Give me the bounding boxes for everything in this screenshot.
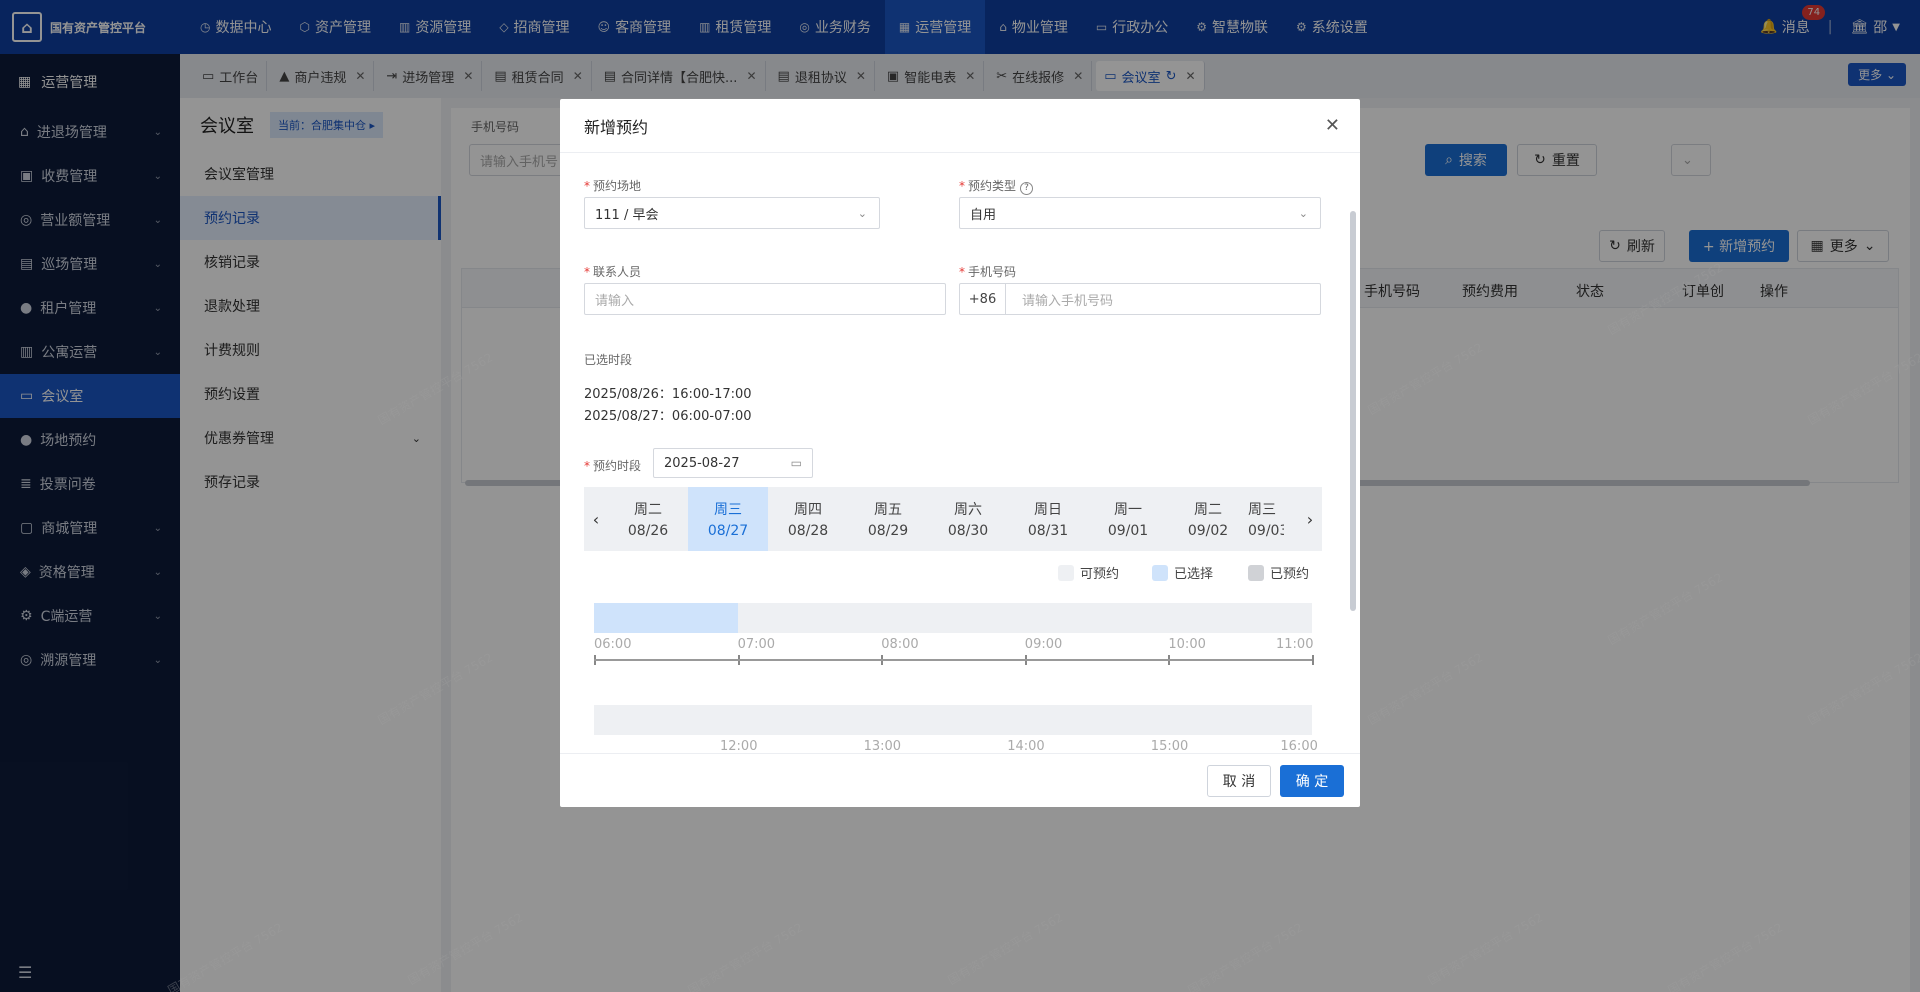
phone-placeholder: 请输入手机号码 — [1022, 293, 1114, 309]
phone-label: * 手机号码 — [959, 265, 1017, 279]
modal-vertical-scrollbar[interactable] — [1350, 211, 1356, 611]
time-label: 13:00 — [863, 739, 902, 753]
chevron-left-icon[interactable]: ‹ — [584, 487, 608, 551]
close-icon[interactable]: ✕ — [1325, 115, 1340, 136]
day-date: 09/01 — [1107, 523, 1149, 539]
legend-item: 可预约 — [1058, 563, 1119, 582]
modal-header: 新增预约 ✕ — [560, 99, 1360, 153]
day-option[interactable]: 周二 08/26 — [608, 487, 688, 551]
contact-input[interactable]: 请输入 — [584, 283, 946, 315]
day-option[interactable]: 周三 08/27 — [688, 487, 768, 551]
day-option[interactable]: 周六 08/30 — [928, 487, 1008, 551]
selected-period-item: 2025/08/26：16:00-17:00 — [584, 387, 752, 402]
cancel-button[interactable]: 取 消 — [1207, 765, 1271, 797]
time-label: 07:00 — [737, 637, 776, 652]
legend-item: 已预约 — [1248, 563, 1309, 582]
modal-title: 新增预约 — [584, 117, 649, 137]
new-booking-modal: 新增预约 ✕ * 预约场地 111 / 早会 ⌄ * 预约类型? 自用 ⌄ * 联系人… — [560, 99, 1360, 807]
selected-time-block[interactable] — [594, 603, 738, 633]
time-label: 12:00 — [720, 739, 758, 753]
day-date: 09/03 — [1248, 523, 1284, 539]
calendar-icon: ▭ — [790, 456, 802, 470]
help-icon[interactable]: ? — [1020, 182, 1034, 195]
legend-label: 已预约 — [1270, 567, 1310, 582]
booking-type-value: 自用 — [970, 207, 997, 223]
booking-type-select[interactable]: 自用 ⌄ — [959, 197, 1321, 229]
timeline-tick — [1312, 655, 1314, 665]
timeline-track-afternoon[interactable] — [594, 705, 1312, 735]
date-value: 2025-08-27 — [664, 455, 740, 471]
phone-prefix[interactable]: +86 — [960, 284, 1006, 314]
booking-type-label: * 预约类型? — [959, 177, 1034, 195]
day-week: 周五 — [874, 502, 902, 518]
day-week: 周三 — [714, 502, 742, 518]
day-week: 周一 — [1114, 502, 1142, 518]
day-option[interactable]: 周二 09/02 — [1168, 487, 1248, 551]
legend-swatch — [1152, 564, 1168, 581]
legend-label: 已选择 — [1174, 567, 1214, 582]
day-week: 周三 — [1248, 502, 1276, 518]
time-label: 11:00 — [1276, 637, 1314, 652]
time-label: 16:00 — [1280, 739, 1318, 753]
time-label: 09:00 — [1024, 637, 1063, 652]
day-date: 08/26 — [627, 523, 669, 539]
day-date: 08/30 — [947, 523, 989, 539]
selected-periods-label: 已选时段 — [584, 353, 633, 367]
day-date: 08/27 — [707, 523, 749, 539]
legend-swatch — [1248, 564, 1264, 581]
date-picker-input[interactable]: 2025-08-27 ▭ — [653, 448, 813, 478]
day-week: 周二 — [1194, 502, 1222, 518]
booking-period-label: * 预约时段 — [584, 459, 642, 473]
venue-label: * 预约场地 — [584, 179, 642, 193]
chevron-right-icon[interactable]: › — [1298, 487, 1322, 551]
day-selector: ‹ 周二 08/26 周三 08/27 周四 08/28 周五 08/29 周六 08/30 周日 08… — [584, 487, 1322, 551]
day-option[interactable]: 周一 09/01 — [1088, 487, 1168, 551]
time-label: 08:00 — [881, 637, 919, 652]
day-option[interactable]: 周三 09/03 — [1248, 487, 1284, 551]
venue-select[interactable]: 111 / 早会 ⌄ — [584, 197, 880, 229]
time-label: 10:00 — [1168, 637, 1206, 652]
day-option[interactable]: 周四 08/28 — [768, 487, 848, 551]
legend-item: 已选择 — [1152, 563, 1213, 582]
day-date: 09/02 — [1187, 523, 1229, 539]
day-option[interactable]: 周五 08/29 — [848, 487, 928, 551]
time-label: 06:00 — [594, 637, 632, 652]
day-date: 08/28 — [787, 523, 829, 539]
legend-label: 可预约 — [1080, 567, 1120, 582]
selected-period-item: 2025/08/27：06:00-07:00 — [584, 409, 752, 424]
timeline-axis — [594, 659, 1312, 661]
venue-value: 111 / 早会 — [595, 207, 659, 223]
chevron-down-icon: ⌄ — [857, 206, 867, 220]
day-date: 08/31 — [1027, 523, 1069, 539]
confirm-button[interactable]: 确 定 — [1280, 765, 1344, 797]
contact-label: * 联系人员 — [584, 265, 642, 279]
modal-body: * 预约场地 111 / 早会 ⌄ * 预约类型? 自用 ⌄ * 联系人员 请输入 *… — [560, 153, 1360, 753]
time-label: 14:00 — [1007, 739, 1045, 753]
day-week: 周日 — [1034, 502, 1062, 518]
day-week: 周二 — [634, 502, 662, 518]
modal-footer: 取 消 确 定 — [560, 753, 1360, 807]
chevron-down-icon: ⌄ — [1298, 206, 1308, 220]
time-label: 15:00 — [1150, 739, 1189, 753]
day-week: 周六 — [954, 502, 982, 518]
day-week: 周四 — [794, 502, 822, 518]
legend-swatch — [1058, 564, 1074, 581]
phone-input[interactable]: +86 请输入手机号码 — [959, 283, 1321, 315]
day-option[interactable]: 周日 08/31 — [1008, 487, 1088, 551]
day-date: 08/29 — [867, 523, 909, 539]
